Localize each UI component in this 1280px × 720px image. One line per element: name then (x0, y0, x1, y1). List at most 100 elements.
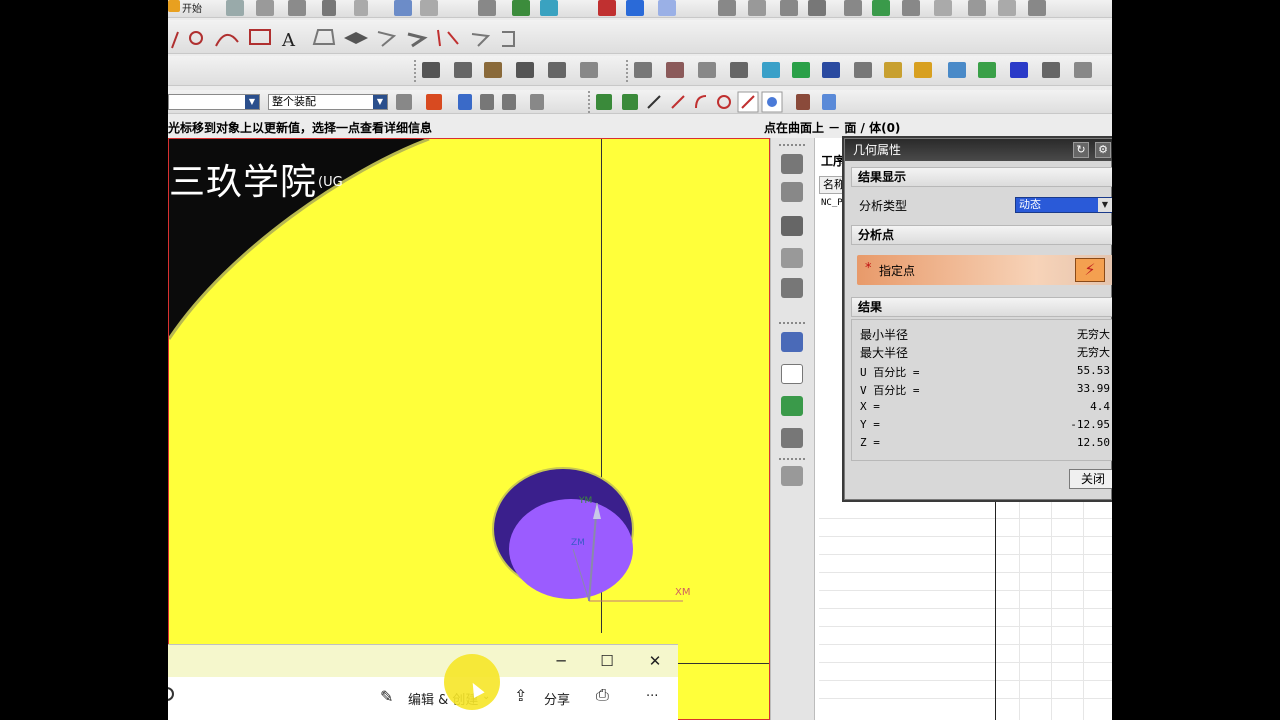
cam-i-icon[interactable] (698, 62, 716, 78)
navigator-root-row[interactable]: NC_P (821, 198, 843, 208)
tool-c-icon[interactable] (780, 0, 798, 16)
share-icon[interactable]: ⇪ (514, 686, 527, 705)
snap-endpoint-icon[interactable] (647, 95, 661, 109)
cam-u-icon[interactable] (1074, 62, 1092, 78)
snap-b-icon[interactable] (622, 94, 638, 110)
select-f-icon[interactable] (530, 94, 544, 110)
tool-e-icon[interactable] (844, 0, 862, 16)
section-analysis-point[interactable]: 分析点 (851, 225, 1112, 245)
cam-n-icon[interactable] (854, 62, 872, 78)
shaded-icon[interactable] (540, 0, 558, 16)
blend-icon[interactable] (512, 0, 530, 16)
cam-l-icon[interactable] (792, 62, 810, 78)
cut-icon[interactable] (420, 0, 438, 16)
tool-g-icon[interactable] (902, 0, 920, 16)
analysis-type-select[interactable]: 动态 ▼ (1015, 197, 1112, 213)
tool-a-icon[interactable] (718, 0, 736, 16)
resource-machine-icon[interactable] (781, 332, 803, 352)
start-menu-icon[interactable] (168, 0, 180, 12)
maximize-button[interactable]: ☐ (592, 649, 622, 673)
cylinder-top-face[interactable] (509, 499, 633, 599)
select-b-icon[interactable] (426, 94, 442, 110)
more-options-button[interactable]: ··· (646, 689, 658, 704)
cube-wire-icon[interactable] (658, 0, 676, 16)
curve-tool-icon[interactable] (377, 31, 397, 47)
shape-tool-icon[interactable] (312, 29, 336, 45)
section-result-display[interactable]: 结果显示 (851, 167, 1112, 187)
cam-p-icon[interactable] (914, 62, 932, 78)
cam-m-icon[interactable] (822, 62, 840, 78)
cube-blue-icon[interactable] (626, 0, 644, 16)
cam-b-icon[interactable] (454, 62, 472, 78)
cam-d-icon[interactable] (516, 62, 534, 78)
box-icon[interactable] (478, 0, 496, 16)
select-g-icon[interactable] (796, 94, 810, 110)
select-c-icon[interactable] (458, 94, 472, 110)
cam-j-icon[interactable] (730, 62, 748, 78)
resource-program-icon[interactable] (781, 364, 803, 384)
cam-f-icon[interactable] (580, 62, 598, 78)
cam-r-icon[interactable] (978, 62, 996, 78)
orient-icon[interactable] (598, 0, 616, 16)
cam-a-icon[interactable] (422, 62, 440, 78)
resource-geometry-icon[interactable] (781, 428, 803, 448)
resource-assembly-icon[interactable] (781, 154, 803, 174)
select-h-icon[interactable] (822, 94, 836, 110)
cam-c-icon[interactable] (484, 62, 502, 78)
cam-q-icon[interactable] (948, 62, 966, 78)
cam-g-icon[interactable] (634, 62, 652, 78)
select-d-icon[interactable] (480, 94, 494, 110)
line-tool-icon[interactable] (171, 31, 179, 49)
edit-create-icon[interactable]: ✎ (380, 687, 393, 706)
save-icon[interactable] (288, 0, 306, 16)
resource-history-icon[interactable] (781, 248, 803, 268)
filter-combo[interactable]: ▼ (168, 94, 260, 110)
extend-tool-icon[interactable] (502, 31, 515, 47)
project-tool-icon[interactable] (437, 29, 459, 47)
point-dialog-icon[interactable]: ⚡ (1075, 258, 1105, 282)
tool-d-icon[interactable] (808, 0, 826, 16)
assembly-scope-combo[interactable]: 整个装配 ▼ (268, 94, 388, 110)
snap-a-icon[interactable] (596, 94, 612, 110)
share-button[interactable]: 分享 (544, 689, 570, 708)
graphics-viewport[interactable]: 三玖学院 (UG XM ZM YM (168, 138, 770, 720)
snap-center-icon[interactable] (717, 95, 731, 109)
tool-f-icon[interactable] (872, 0, 890, 16)
snap-arc-icon[interactable] (695, 95, 707, 109)
cam-t-icon[interactable] (1042, 62, 1060, 78)
search-icon[interactable] (168, 687, 174, 701)
rectangle-tool-icon[interactable] (249, 29, 271, 45)
cam-h-icon[interactable] (666, 62, 684, 78)
resource-constraint-icon[interactable] (781, 182, 803, 202)
specify-point-row[interactable]: * 指定点 ⚡ (857, 255, 1112, 285)
resource-operation-icon[interactable] (781, 278, 803, 298)
cylinder-feature[interactable]: XM ZM YM (169, 139, 770, 720)
resource-method-icon[interactable] (781, 466, 803, 486)
snap-midpoint-icon[interactable] (671, 95, 685, 109)
cam-e-icon[interactable] (548, 62, 566, 78)
cam-s-icon[interactable] (1010, 62, 1028, 78)
cam-o-icon[interactable] (884, 62, 902, 78)
section-result[interactable]: 结果 (851, 297, 1112, 317)
circle-tool-icon[interactable] (189, 31, 203, 45)
close-button[interactable]: 关闭 (1069, 469, 1112, 489)
tool-j-icon[interactable] (998, 0, 1016, 16)
redo-icon[interactable] (354, 0, 368, 16)
cam-k-icon[interactable] (762, 62, 780, 78)
tool-h-icon[interactable] (934, 0, 952, 16)
resource-part-icon[interactable] (781, 216, 803, 236)
undo-icon[interactable] (322, 0, 336, 16)
print-icon[interactable]: ⎙ (596, 685, 609, 705)
new-file-icon[interactable] (226, 0, 244, 16)
minimize-button[interactable]: ─ (546, 649, 576, 673)
window-close-button[interactable]: ✕ (640, 649, 670, 673)
tool-k-icon[interactable] (1028, 0, 1046, 16)
open-file-icon[interactable] (256, 0, 274, 16)
tool-b-icon[interactable] (748, 0, 766, 16)
trim-tool-icon[interactable] (471, 33, 491, 47)
start-menu-button[interactable]: 开始 (182, 0, 202, 15)
text-tool-icon[interactable]: A (281, 30, 296, 51)
resource-tool-icon[interactable] (781, 396, 803, 416)
tool-i-icon[interactable] (968, 0, 986, 16)
select-e-icon[interactable] (502, 94, 516, 110)
